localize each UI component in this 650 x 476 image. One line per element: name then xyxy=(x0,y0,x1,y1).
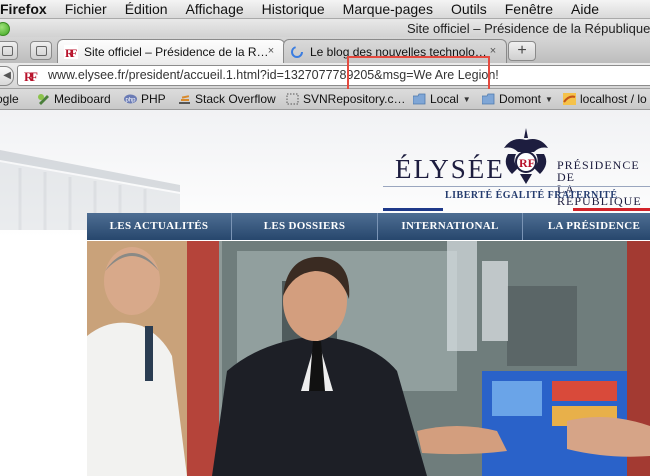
hero-photo[interactable] xyxy=(87,241,650,476)
menu-app-firefox[interactable]: Firefox xyxy=(0,1,56,17)
bookmark-google[interactable]: ogle xyxy=(0,92,19,106)
menu-marque-pages[interactable]: Marque-pages xyxy=(334,1,442,17)
bookmark-label: Mediboard xyxy=(54,92,111,106)
republic-emblem-icon: RF xyxy=(504,128,548,184)
site-logo-text: ÉLYSÉE xyxy=(395,154,505,184)
nav-les-dossiers[interactable]: LES DOSSIERS xyxy=(232,213,377,240)
menu-outils[interactable]: Outils xyxy=(442,1,496,17)
bookmark-folder-domont[interactable]: Domont ▼ xyxy=(482,92,553,106)
pinned-tab-1[interactable] xyxy=(0,41,18,60)
chevron-down-icon: ▼ xyxy=(462,94,471,104)
nav-la-presidence[interactable]: LA PRÉSIDENCE xyxy=(523,213,650,240)
folder-icon xyxy=(413,93,426,105)
menu-affichage[interactable]: Affichage xyxy=(177,1,253,17)
brand-divider xyxy=(383,186,650,187)
republic-motto: LIBERTÉ ÉGALITÉ FRATERNITÉ xyxy=(445,190,618,201)
svg-text:F: F xyxy=(30,69,38,83)
site-brand[interactable]: ÉLYSÉE RF PRÉSIDENCE DE LA RÉPUBLIQUE LI… xyxy=(383,124,650,224)
bookmark-label: Domont xyxy=(499,92,542,106)
bookmark-label: PHP xyxy=(141,92,166,106)
bookmark-folder-local[interactable]: Local ▼ xyxy=(413,92,471,106)
presidence-line-1: PRÉSIDENCE DE xyxy=(557,158,640,184)
bookmark-phpmyadmin[interactable]: localhost / lo xyxy=(563,92,647,106)
svg-text:F: F xyxy=(70,46,77,59)
bookmark-label: localhost / lo xyxy=(580,92,647,106)
back-button[interactable]: ◀ xyxy=(0,66,14,86)
menu-fenetre[interactable]: Fenêtre xyxy=(496,1,562,17)
close-icon[interactable]: × xyxy=(264,44,278,58)
tab-strip: R F Site officiel – Présidence de la R… … xyxy=(0,37,650,64)
bookmark-mediboard[interactable]: Mediboard xyxy=(37,92,111,106)
window-title-bar: Site officiel – Présidence de la Républi… xyxy=(0,19,650,37)
loading-spinner-icon xyxy=(291,46,303,58)
tab-label: Site officiel – Présidence de la R… xyxy=(84,45,269,59)
new-tab-button[interactable]: + xyxy=(508,41,536,61)
rf-monogram-icon: R F xyxy=(24,69,38,83)
chevron-left-icon: ◀ xyxy=(3,70,11,81)
php-icon: php xyxy=(124,94,137,104)
bookmark-stack-overflow[interactable]: Stack Overflow xyxy=(178,92,276,106)
mediboard-icon xyxy=(38,94,49,105)
tab-elysee[interactable]: R F Site officiel – Présidence de la R… … xyxy=(57,39,285,64)
bookmarks-bar: ogle Mediboard php PHP Stack Overflow SV… xyxy=(0,89,650,110)
menu-fichier[interactable]: Fichier xyxy=(56,1,116,17)
bookmark-label: Local xyxy=(430,92,459,106)
nav-les-actualites[interactable]: LES ACTUALITÉS xyxy=(87,213,231,240)
menu-edition[interactable]: Édition xyxy=(116,1,177,17)
site-main-nav: LES ACTUALITÉS LES DOSSIERS INTERNATIONA… xyxy=(87,213,650,240)
menu-historique[interactable]: Historique xyxy=(253,1,334,17)
nav-international[interactable]: INTERNATIONAL xyxy=(378,213,522,240)
pinned-tab-2[interactable] xyxy=(30,41,52,60)
phpmyadmin-icon xyxy=(563,93,576,105)
navigation-bar: ◀ R F www.elysee.fr/president/accueil.1.… xyxy=(0,63,650,89)
bookmark-label: SVNRepository.c… xyxy=(303,92,406,106)
rf-monogram-icon: R F xyxy=(64,45,78,59)
window-title: Site officiel – Présidence de la Républi… xyxy=(407,21,650,36)
bookmark-label: Stack Overflow xyxy=(195,92,276,106)
bookmark-php[interactable]: php PHP xyxy=(124,92,166,106)
dotted-box-icon xyxy=(286,93,299,105)
tab-group-icon xyxy=(2,46,13,56)
stackoverflow-icon xyxy=(179,95,190,104)
svg-text:php: php xyxy=(126,98,137,104)
palace-illustration xyxy=(0,150,180,230)
menu-aide[interactable]: Aide xyxy=(562,1,608,17)
flag-stripe-red xyxy=(573,208,650,211)
tab-group-icon xyxy=(36,46,47,56)
folder-icon xyxy=(482,93,495,105)
svg-text:RF: RF xyxy=(519,156,535,170)
bookmark-svnrepository[interactable]: SVNRepository.c… xyxy=(286,92,405,106)
window-zoom-button[interactable] xyxy=(0,22,10,36)
web-page-viewport: ÉLYSÉE RF PRÉSIDENCE DE LA RÉPUBLIQUE LI… xyxy=(0,110,650,476)
mac-menu-bar: Firefox Fichier Édition Affichage Histor… xyxy=(0,0,650,19)
hero-photo-illustration xyxy=(87,241,650,476)
flag-stripe-blue xyxy=(383,208,443,211)
bookmark-label: ogle xyxy=(0,92,19,106)
url-bar[interactable]: R F www.elysee.fr/president/accueil.1.ht… xyxy=(17,65,650,86)
chevron-down-icon: ▼ xyxy=(545,94,553,104)
